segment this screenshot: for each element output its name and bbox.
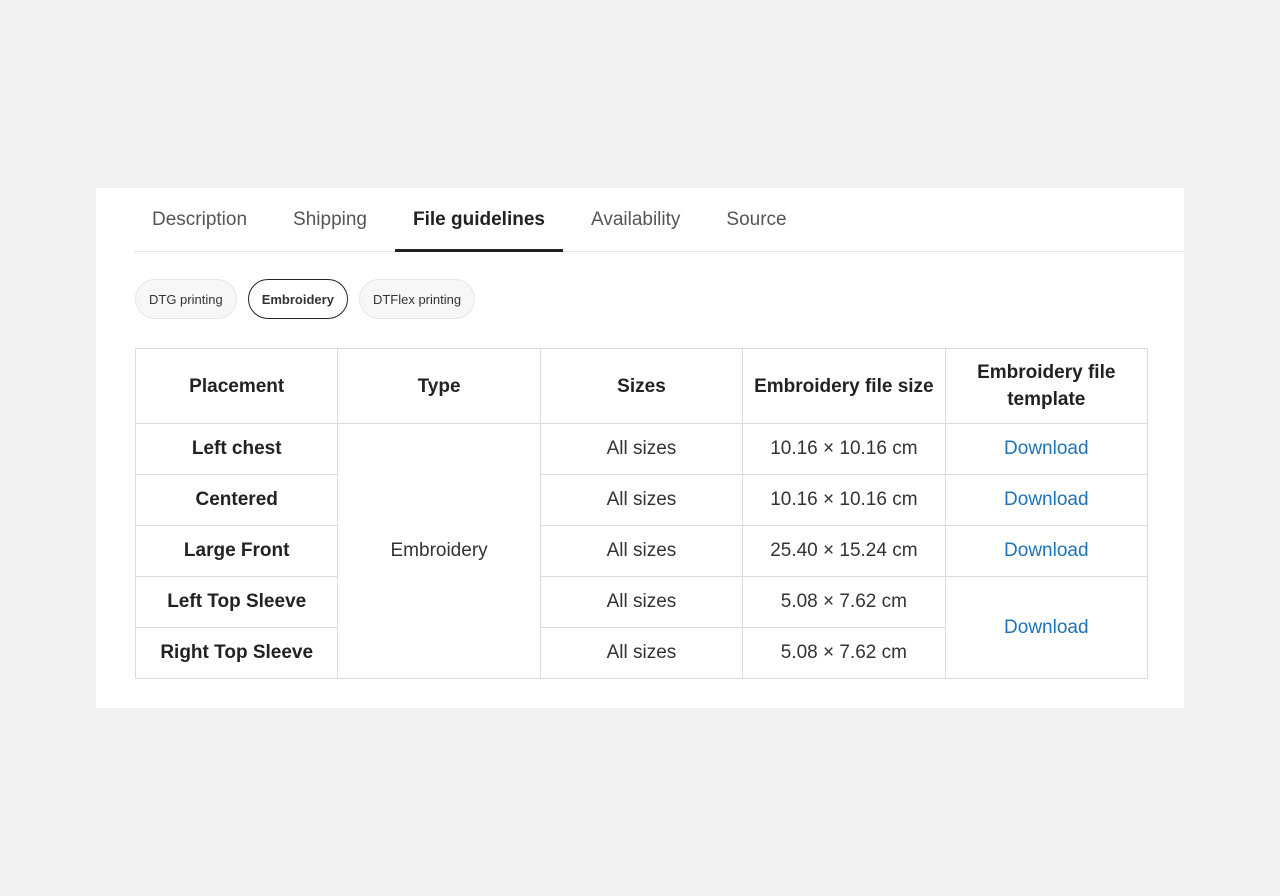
download-link[interactable]: Download [1004, 540, 1089, 561]
table-row: Centered All sizes 10.16 × 10.16 cm Down… [134, 474, 1149, 526]
pill-embroidery[interactable]: Embroidery [247, 279, 348, 319]
download-link[interactable]: Download [1004, 489, 1089, 510]
header-placement: Placement [134, 348, 339, 424]
placement-cell: Centered [134, 474, 339, 526]
file-size-cell: 10.16 × 10.16 cm [742, 474, 946, 526]
placement-cell: Large Front [134, 525, 339, 577]
pill-dtflex-printing[interactable]: DTFlex printing [358, 279, 476, 319]
sizes-cell: All sizes [539, 474, 744, 526]
placement-cell: Right Top Sleeve [134, 627, 339, 679]
technique-filter: DTG printing Embroidery DTFlex printing [135, 279, 476, 319]
placement-cell: Left chest [134, 423, 339, 475]
sizes-cell: All sizes [539, 525, 744, 577]
table-header-row: Placement Type Sizes Embroidery file siz… [134, 348, 1149, 424]
tab-description[interactable]: Description [134, 188, 265, 251]
table-row: Left Top Sleeve All sizes 5.08 × 7.62 cm… [134, 576, 1149, 679]
header-sizes: Sizes [539, 348, 744, 424]
header-file-template: Embroidery file template [944, 348, 1149, 424]
template-cell: Download [944, 576, 1149, 679]
tab-file-guidelines[interactable]: File guidelines [395, 188, 563, 252]
tab-bar: Description Shipping File guidelines Ava… [134, 188, 1184, 252]
download-link[interactable]: Download [1004, 617, 1089, 638]
type-cell: Embroidery [337, 423, 541, 679]
file-size-cell: 5.08 × 7.62 cm [742, 576, 946, 628]
placement-cell: Left Top Sleeve [134, 576, 339, 628]
file-size-cell: 10.16 × 10.16 cm [742, 423, 946, 475]
file-guidelines-table: Placement Type Sizes Embroidery file siz… [134, 348, 1149, 679]
template-cell: Download [944, 474, 1149, 526]
pill-dtg-printing[interactable]: DTG printing [135, 279, 237, 319]
sizes-cell: All sizes [539, 627, 744, 679]
header-file-size: Embroidery file size [742, 348, 946, 424]
tab-availability[interactable]: Availability [573, 188, 698, 251]
template-cell: Download [944, 525, 1149, 577]
file-size-cell: 5.08 × 7.62 cm [742, 627, 946, 679]
table-row: Left chest Embroidery All sizes 10.16 × … [134, 423, 1149, 679]
header-type: Type [337, 348, 541, 424]
file-size-cell: 25.40 × 15.24 cm [742, 525, 946, 577]
table-row: Large Front All sizes 25.40 × 15.24 cm D… [134, 525, 1149, 577]
tab-source[interactable]: Source [708, 188, 804, 251]
tab-shipping[interactable]: Shipping [275, 188, 385, 251]
download-link[interactable]: Download [1004, 438, 1089, 459]
sizes-cell: All sizes [539, 576, 744, 628]
product-info-card: Description Shipping File guidelines Ava… [96, 188, 1184, 708]
sizes-cell: All sizes [539, 423, 744, 475]
template-cell: Download [944, 423, 1149, 475]
